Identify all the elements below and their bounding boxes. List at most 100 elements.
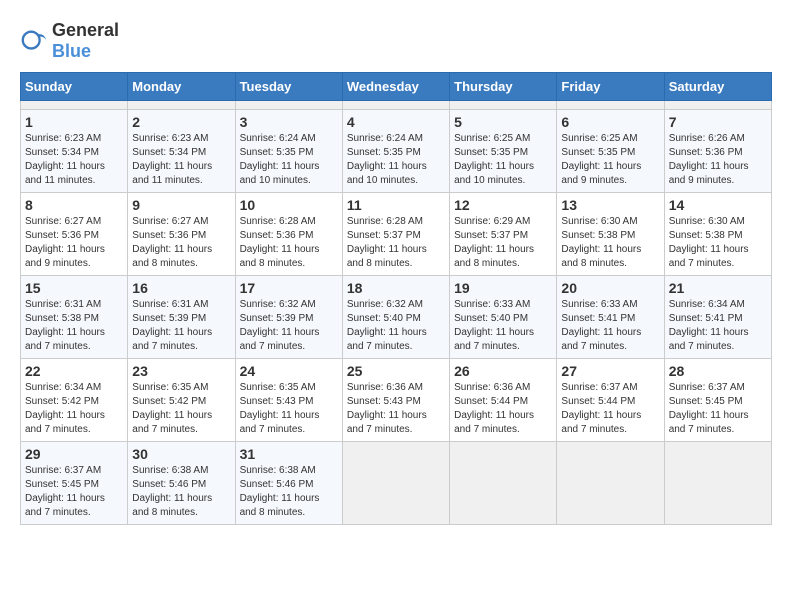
calendar-cell — [235, 101, 342, 110]
sunrise: Sunrise: 6:31 AM — [132, 299, 208, 310]
day-info: Sunrise: 6:28 AMSunset: 5:37 PMDaylight:… — [347, 215, 445, 271]
calendar-cell: 3Sunrise: 6:24 AMSunset: 5:35 PMDaylight… — [235, 110, 342, 193]
sunrise: Sunrise: 6:26 AM — [669, 133, 745, 144]
day-info: Sunrise: 6:25 AMSunset: 5:35 PMDaylight:… — [454, 132, 552, 188]
day-number: 7 — [669, 114, 767, 130]
sunset: Sunset: 5:44 PM — [561, 396, 635, 407]
sunset: Sunset: 5:38 PM — [25, 313, 99, 324]
day-info: Sunrise: 6:35 AMSunset: 5:43 PMDaylight:… — [240, 381, 338, 437]
sunrise: Sunrise: 6:25 AM — [561, 133, 637, 144]
day-info: Sunrise: 6:33 AMSunset: 5:40 PMDaylight:… — [454, 298, 552, 354]
daylight: Daylight: 11 hours and 8 minutes. — [240, 493, 320, 518]
daylight: Daylight: 11 hours and 10 minutes. — [240, 161, 320, 186]
daylight: Daylight: 11 hours and 7 minutes. — [240, 327, 320, 352]
calendar-cell: 4 Sunrise: 6:24 AMSunset: 5:35 PMDaylight… — [342, 110, 449, 193]
sunrise: Sunrise: 6:35 AM — [240, 382, 316, 393]
calendar-cell: 31Sunrise: 6:38 AMSunset: 5:46 PMDayligh… — [235, 442, 342, 525]
day-info: Sunrise: 6:38 AMSunset: 5:46 PMDaylight:… — [240, 464, 338, 520]
day-info: Sunrise: 6:23 AMSunset: 5:34 PMDaylight:… — [132, 132, 230, 188]
calendar-week-row: 8Sunrise: 6:27 AMSunset: 5:36 PMDaylight… — [21, 193, 772, 276]
calendar-cell — [664, 442, 771, 525]
day-number: 15 — [25, 280, 123, 296]
daylight: Daylight: 11 hours and 7 minutes. — [25, 493, 105, 518]
daylight: Daylight: 11 hours and 8 minutes. — [454, 244, 534, 269]
day-info: Sunrise: 6:34 AMSunset: 5:42 PMDaylight:… — [25, 381, 123, 437]
day-info: Sunrise: 6:37 AMSunset: 5:45 PMDaylight:… — [25, 464, 123, 520]
calendar-week-row: 15 Sunrise: 6:31 AM Sunset: 5:38 PM Dayligh… — [21, 276, 772, 359]
day-number: 5 — [454, 114, 552, 130]
sunset: Sunset: 5:46 PM — [132, 479, 206, 490]
daylight: Daylight: 11 hours and 7 minutes. — [454, 327, 534, 352]
day-info: Sunrise: 6:24 AMSunset: 5:35 PMDaylight:… — [347, 132, 445, 188]
calendar-cell: 20Sunrise: 6:33 AMSunset: 5:41 PMDayligh… — [557, 276, 664, 359]
sunrise: Sunrise: 6:24 AM — [240, 133, 316, 144]
day-info: Sunrise: 6:27 AMSunset: 5:36 PMDaylight:… — [25, 215, 123, 271]
sunset: Sunset: 5:35 PM — [454, 147, 528, 158]
sunset: Sunset: 5:36 PM — [669, 147, 743, 158]
calendar-cell — [557, 101, 664, 110]
day-info: Sunrise: 6:37 AMSunset: 5:45 PMDaylight:… — [669, 381, 767, 437]
calendar-cell: 11Sunrise: 6:28 AMSunset: 5:37 PMDayligh… — [342, 193, 449, 276]
day-info: Sunrise: 6:34 AMSunset: 5:41 PMDaylight:… — [669, 298, 767, 354]
daylight: Daylight: 11 hours and 9 minutes. — [561, 161, 641, 186]
sunset: Sunset: 5:41 PM — [669, 313, 743, 324]
weekday-header-row: Sunday Monday Tuesday Wednesday Thursday… — [21, 73, 772, 101]
day-number: 21 — [669, 280, 767, 296]
sunrise: Sunrise: 6:28 AM — [347, 216, 423, 227]
day-info: Sunrise: 6:26 AM Sunset: 5:36 PM Daylight:… — [669, 132, 767, 188]
sunrise: Sunrise: 6:23 AM — [132, 133, 208, 144]
logo-general: General — [52, 20, 119, 40]
sunset: Sunset: 5:42 PM — [25, 396, 99, 407]
day-number: 4 — [347, 114, 445, 130]
day-info: Sunrise: 6:31 AMSunset: 5:39 PMDaylight:… — [132, 298, 230, 354]
header-sunday: Sunday — [21, 73, 128, 101]
sunset: Sunset: 5:36 PM — [240, 230, 314, 241]
calendar-cell: 18 Sunrise: 6:32 AMSunset: 5:40 PMDayligh… — [342, 276, 449, 359]
day-info: Sunrise: 6:30 AMSunset: 5:38 PMDaylight:… — [561, 215, 659, 271]
sunrise: Sunrise: 6:38 AM — [240, 465, 316, 476]
calendar-cell: 2Sunrise: 6:23 AMSunset: 5:34 PMDaylight… — [128, 110, 235, 193]
logo-icon — [20, 27, 48, 55]
day-number: 19 — [454, 280, 552, 296]
daylight: Daylight: 11 hours and 8 minutes. — [132, 493, 212, 518]
day-info: Sunrise: 6:32 AMSunset: 5:39 PMDaylight:… — [240, 298, 338, 354]
sunrise: Sunrise: 6:30 AM — [561, 216, 637, 227]
header-monday: Monday — [128, 73, 235, 101]
daylight: Daylight: 11 hours and 7 minutes. — [347, 410, 427, 435]
sunset: Sunset: 5:42 PM — [132, 396, 206, 407]
logo: General Blue — [20, 20, 119, 62]
calendar-cell — [450, 442, 557, 525]
calendar-cell: 13Sunrise: 6:30 AMSunset: 5:38 PMDayligh… — [557, 193, 664, 276]
sunrise: Sunrise: 6:28 AM — [240, 216, 316, 227]
calendar-cell: 29Sunrise: 6:37 AMSunset: 5:45 PMDayligh… — [21, 442, 128, 525]
calendar-cell: 5 Sunrise: 6:25 AMSunset: 5:35 PMDaylight… — [450, 110, 557, 193]
daylight: Daylight: 11 hours and 8 minutes. — [240, 244, 320, 269]
calendar-cell: 17Sunrise: 6:32 AMSunset: 5:39 PMDayligh… — [235, 276, 342, 359]
calendar-cell: 30Sunrise: 6:38 AMSunset: 5:46 PMDayligh… — [128, 442, 235, 525]
daylight: Daylight: 11 hours and 9 minutes. — [669, 161, 749, 186]
calendar-cell: 28Sunrise: 6:37 AMSunset: 5:45 PMDayligh… — [664, 359, 771, 442]
sunrise: Sunrise: 6:24 AM — [347, 133, 423, 144]
sunrise: Sunrise: 6:32 AM — [240, 299, 316, 310]
daylight: Daylight: 11 hours and 7 minutes. — [669, 410, 749, 435]
calendar-cell: 22Sunrise: 6:34 AMSunset: 5:42 PMDayligh… — [21, 359, 128, 442]
day-number: 26 — [454, 363, 552, 379]
sunrise: Sunrise: 6:37 AM — [669, 382, 745, 393]
day-number: 1 — [25, 114, 123, 130]
calendar-table: Sunday Monday Tuesday Wednesday Thursday… — [20, 72, 772, 525]
calendar-cell: 14Sunrise: 6:30 AMSunset: 5:38 PMDayligh… — [664, 193, 771, 276]
sunrise: Sunrise: 6:30 AM — [669, 216, 745, 227]
daylight: Daylight: 11 hours and 7 minutes. — [561, 410, 641, 435]
daylight: Daylight: 11 hours and 11 minutes. — [132, 161, 212, 186]
day-number: 16 — [132, 280, 230, 296]
daylight: Daylight: 11 hours and 9 minutes. — [25, 244, 105, 269]
daylight: Daylight: 11 hours and 7 minutes. — [669, 244, 749, 269]
calendar-cell — [342, 442, 449, 525]
calendar-week-row: 22Sunrise: 6:34 AMSunset: 5:42 PMDayligh… — [21, 359, 772, 442]
calendar-cell: 8Sunrise: 6:27 AMSunset: 5:36 PMDaylight… — [21, 193, 128, 276]
sunrise: Sunrise: 6:31 AM — [25, 299, 101, 310]
day-info: Sunrise: 6:32 AMSunset: 5:40 PMDaylight:… — [347, 298, 445, 354]
header-wednesday: Wednesday — [342, 73, 449, 101]
day-number: 23 — [132, 363, 230, 379]
day-number: 18 — [347, 280, 445, 296]
